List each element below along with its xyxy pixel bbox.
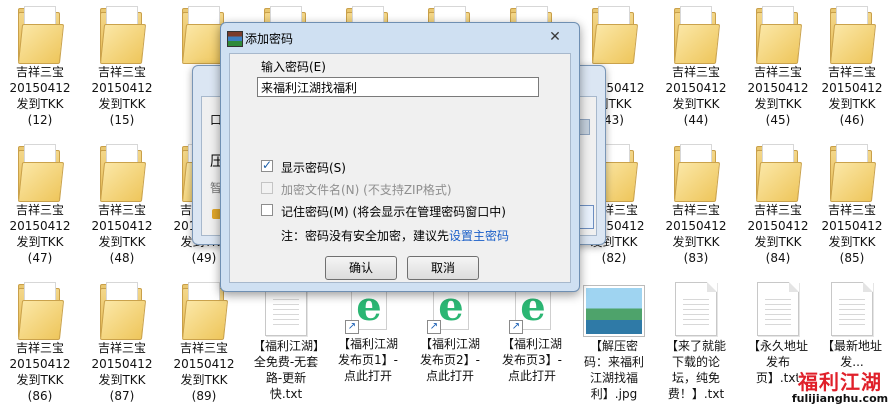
encrypt-filenames-checkbox[interactable] <box>261 182 273 194</box>
folder-icon <box>181 282 229 340</box>
folder-icon <box>829 6 877 64</box>
folder-name: 吉祥三宝 <box>827 65 876 79</box>
shortcut-arrow-icon: ↗ <box>427 320 441 334</box>
ok-button[interactable]: 确认 <box>325 256 397 280</box>
dialog-body: 输入密码(E) 来福利江湖找福利 显示密码(S) 加密文件名(N) (不支持ZI… <box>229 53 571 283</box>
folder-item[interactable]: 吉祥三宝 20150412 发到TKK (83) <box>656 138 736 266</box>
folder-item[interactable]: 吉祥三宝 20150412 发到TKK (45) <box>738 0 818 128</box>
folder-item[interactable]: 吉祥三宝 20150412 发到TKK (15) <box>82 0 162 128</box>
folder-name: 吉祥三宝 <box>753 65 802 79</box>
folder-icon <box>17 144 65 202</box>
folder-icon <box>829 144 877 202</box>
file-name: 【福利江湖发布页3】-点此打开 <box>501 337 562 383</box>
cancel-button[interactable]: 取消 <box>407 256 479 280</box>
folder-name: 吉祥三宝 <box>97 65 146 79</box>
winrar-icon <box>227 31 243 47</box>
folder-item[interactable]: 吉祥三宝 20150412 发到TKK (48) <box>82 138 162 266</box>
dialog-titlebar[interactable]: 添加密码 ✕ <box>221 23 579 53</box>
file-item[interactable]: e ↗ 【福利江湖发布页2】-点此打开 <box>410 276 490 384</box>
folder-name: 吉祥三宝 <box>179 341 228 355</box>
file-item[interactable]: 【福利江湖】全免费-无套路-更新快.txt <box>246 276 326 402</box>
dialog-title: 添加密码 <box>245 32 294 46</box>
watermark-title: 福利江湖 <box>798 370 882 394</box>
folder-name: 吉祥三宝 <box>671 203 720 217</box>
folder-name: 吉祥三宝 <box>97 341 146 355</box>
image-file-icon <box>584 286 644 336</box>
file-item[interactable]: 【最新地址发... <box>812 276 892 370</box>
text-file-icon <box>757 282 799 336</box>
show-password-label[interactable]: 显示密码(S) <box>281 159 346 176</box>
folder-icon <box>755 6 803 64</box>
file-name: 【福利江湖】全免费-无套路-更新快.txt <box>252 339 319 401</box>
remember-password-checkbox[interactable] <box>261 204 273 216</box>
folder-item[interactable]: 吉祥三宝 20150412 发到TKK (84) <box>738 138 818 266</box>
text-file-icon <box>831 282 873 336</box>
folder-name: 吉祥三宝 <box>15 65 64 79</box>
folder-item[interactable]: 吉祥三宝 20150412 发到TKK (87) <box>82 276 162 404</box>
file-name: 【福利江湖发布页1】-点此打开 <box>337 337 398 383</box>
folder-icon <box>755 144 803 202</box>
folder-icon <box>99 282 147 340</box>
folder-icon <box>673 6 721 64</box>
folder-name: 吉祥三宝 <box>97 203 146 217</box>
folder-name: 吉祥三宝 <box>15 203 64 217</box>
site-watermark: 福利江湖 fulijianghu.com <box>790 366 890 405</box>
folder-name: 吉祥三宝 <box>827 203 876 217</box>
remember-password-label[interactable]: 记住密码(M) (将会显示在管理密码窗口中) <box>281 203 506 220</box>
folder-name: 吉祥三宝 <box>15 341 64 355</box>
file-name: 【福利江湖发布页2】-点此打开 <box>419 337 480 383</box>
encrypt-filenames-label: 加密文件名(N) (不支持ZIP格式) <box>281 183 452 197</box>
file-name: 【来了就能下载的论坛，纯免费！】.txt <box>665 339 726 401</box>
folder-icon <box>673 144 721 202</box>
shortcut-arrow-icon: ↗ <box>509 320 523 334</box>
shortcut-arrow-icon: ↗ <box>345 320 359 334</box>
file-item[interactable]: 【来了就能下载的论坛，纯免费！】.txt <box>656 276 736 402</box>
folder-name: 吉祥三宝 <box>753 203 802 217</box>
folder-item[interactable]: 吉祥三宝 20150412 发到TKK (46) <box>812 0 892 128</box>
folder-item[interactable]: 吉祥三宝 20150412 发到TKK (47) <box>0 138 80 266</box>
folder-item[interactable]: 吉祥三宝 20150412 发到TKK (86) <box>0 276 80 404</box>
close-icon[interactable]: ✕ <box>545 27 565 47</box>
folder-item[interactable]: 吉祥三宝 20150412 发到TKK (89) <box>164 276 244 404</box>
watermark-url: fulijianghu.com <box>791 392 889 405</box>
folder-icon <box>17 6 65 64</box>
file-item[interactable]: e ↗ 【福利江湖发布页3】-点此打开 <box>492 276 572 384</box>
folder-item[interactable]: 吉祥三宝 20150412 发到TKK (12) <box>0 0 80 128</box>
file-item[interactable]: 【解压密码：来福利江湖找福利】.jpg <box>574 276 654 402</box>
folder-icon <box>17 282 65 340</box>
text-file-icon <box>675 282 717 336</box>
folder-item[interactable]: 吉祥三宝 20150412 发到TKK (44) <box>656 0 736 128</box>
password-label: 输入密码(E) <box>261 60 326 74</box>
folder-icon <box>591 6 639 64</box>
security-note: 注：密码没有安全加密，建议先设置主密码 <box>281 227 509 244</box>
security-note-text: 注：密码没有安全加密，建议先 <box>281 229 450 243</box>
file-item[interactable]: e ↗ 【福利江湖发布页1】-点此打开 <box>328 276 408 384</box>
set-master-password-link[interactable]: 设置主密码 <box>449 229 509 243</box>
folder-icon <box>99 6 147 64</box>
password-input[interactable]: 来福利江湖找福利 <box>257 77 539 97</box>
file-name: 【解压密码：来福利江湖找福利】.jpg <box>583 339 644 401</box>
folder-name: 吉祥三宝 <box>671 65 720 79</box>
folder-icon <box>99 144 147 202</box>
folder-item[interactable]: 吉祥三宝 20150412 发到TKK (85) <box>812 138 892 266</box>
add-password-dialog: 添加密码 ✕ 输入密码(E) 来福利江湖找福利 显示密码(S) 加密文件名(N)… <box>220 22 580 292</box>
show-password-checkbox[interactable] <box>261 158 273 172</box>
